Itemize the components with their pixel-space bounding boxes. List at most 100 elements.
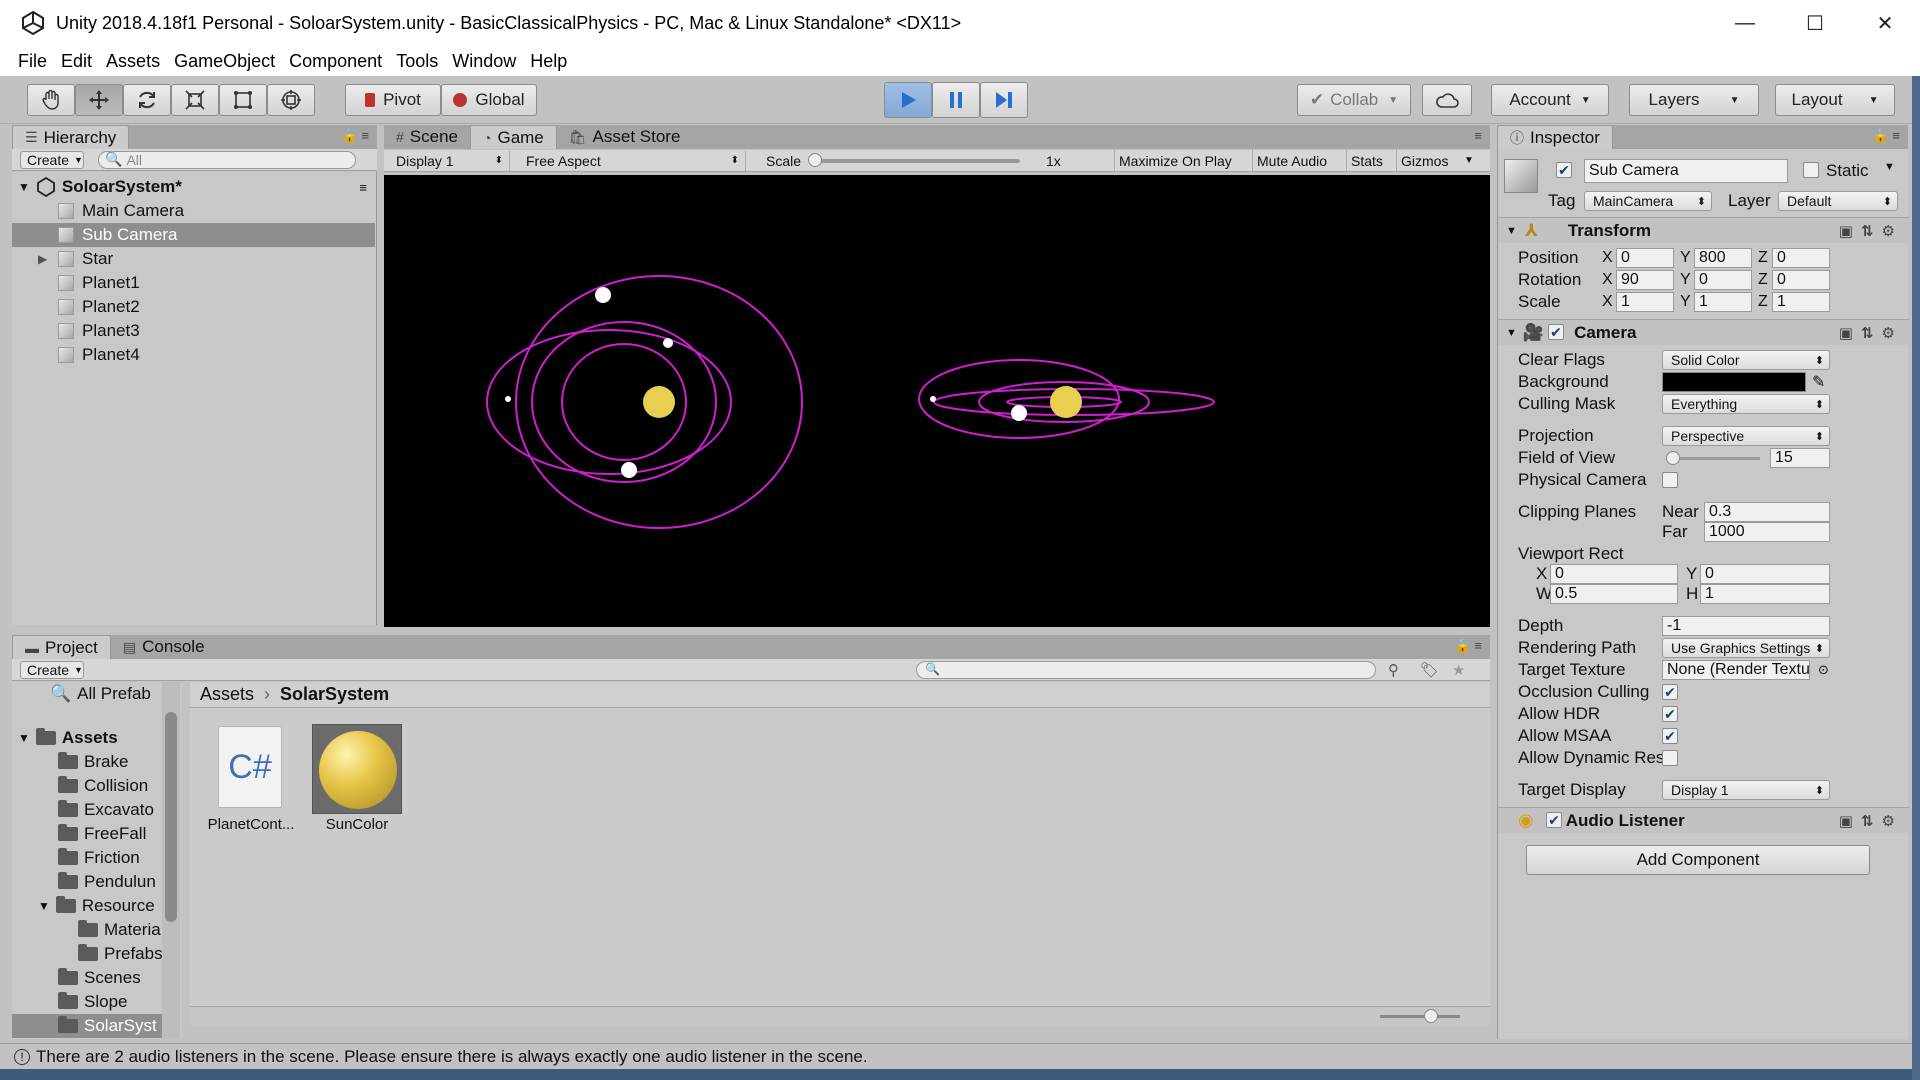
- layer-dropdown[interactable]: Default: [1778, 191, 1898, 211]
- tree-item-prefabs[interactable]: Prefabs: [78, 942, 163, 966]
- status-message[interactable]: There are 2 audio listeners in the scene…: [36, 1047, 868, 1067]
- game-view[interactable]: [384, 175, 1490, 627]
- culling-mask-dropdown[interactable]: Everything: [1662, 394, 1830, 414]
- project-create-button[interactable]: Create ▼: [20, 660, 84, 679]
- scale-slider[interactable]: [808, 152, 1020, 167]
- depth-field[interactable]: -1: [1662, 616, 1830, 636]
- hierarchy-item-sub-camera[interactable]: Sub Camera: [12, 223, 375, 247]
- rotation-x-field[interactable]: 90: [1616, 270, 1674, 290]
- viewport-x-field[interactable]: 0: [1550, 564, 1678, 584]
- hand-tool-button[interactable]: [27, 84, 75, 116]
- collab-button[interactable]: ✔ Collab ▼: [1297, 84, 1411, 116]
- scale-slider-thumb[interactable]: [808, 152, 822, 167]
- layout-dropdown[interactable]: Layout ▼: [1775, 84, 1895, 116]
- hierarchy-item-planet2[interactable]: Planet2: [12, 295, 375, 319]
- position-z-field[interactable]: 0: [1772, 248, 1830, 268]
- step-button[interactable]: [980, 82, 1028, 118]
- scene-menu-icon[interactable]: ≡: [359, 180, 367, 195]
- allow-dynamic-resolution-checkbox[interactable]: [1662, 750, 1678, 766]
- object-name-field[interactable]: Sub Camera: [1584, 159, 1788, 183]
- hierarchy-create-button[interactable]: Create ▼: [20, 150, 84, 169]
- move-tool-button[interactable]: [75, 84, 123, 116]
- transform-header[interactable]: ▼ ⅄ Transform ▣⇅⚙: [1498, 217, 1909, 243]
- asset-script[interactable]: C# PlanetCont...: [206, 726, 296, 836]
- favorite-star-icon[interactable]: ★: [1452, 661, 1465, 679]
- static-dropdown-arrow[interactable]: ▼: [1884, 161, 1895, 173]
- position-x-field[interactable]: 0: [1616, 248, 1674, 268]
- expand-arrow-icon[interactable]: ▼: [18, 731, 30, 745]
- tab-console[interactable]: ▤ Console: [111, 635, 217, 659]
- panel-menu-icon[interactable]: 🔒 ≡: [1873, 128, 1900, 144]
- tree-item-assets[interactable]: ▼ Assets: [18, 726, 118, 750]
- hierarchy-item-main-camera[interactable]: Main Camera: [12, 199, 375, 223]
- scene-root[interactable]: ▼ SoloarSystem* ≡: [12, 175, 375, 199]
- position-y-field[interactable]: 800: [1694, 248, 1752, 268]
- projection-dropdown[interactable]: Perspective: [1662, 426, 1830, 446]
- viewport-w-field[interactable]: 0.5: [1550, 584, 1678, 604]
- component-menu-icons[interactable]: ▣⇅⚙: [1839, 222, 1903, 240]
- rotation-z-field[interactable]: 0: [1772, 270, 1830, 290]
- clear-flags-dropdown[interactable]: Solid Color: [1662, 350, 1830, 370]
- menu-gameobject[interactable]: GameObject: [174, 51, 275, 72]
- rotation-y-field[interactable]: 0: [1694, 270, 1752, 290]
- transform-tool-button[interactable]: [267, 84, 315, 116]
- allow-hdr-checkbox[interactable]: ✔: [1662, 706, 1678, 722]
- hierarchy-search-input[interactable]: 🔍 All: [98, 150, 356, 169]
- maximize-button[interactable]: ☐: [1780, 0, 1850, 46]
- camera-header[interactable]: ▼ 🎥 ✔ Camera ▣⇅⚙: [1498, 319, 1909, 345]
- menu-window[interactable]: Window: [452, 51, 516, 72]
- target-display-dropdown[interactable]: Display 1: [1662, 780, 1830, 800]
- hierarchy-item-planet1[interactable]: Planet1: [12, 271, 375, 295]
- hierarchy-item-planet3[interactable]: Planet3: [12, 319, 375, 343]
- label-tag-icon[interactable]: 🏷: [1420, 661, 1439, 679]
- fov-slider[interactable]: [1666, 451, 1760, 465]
- static-checkbox[interactable]: [1803, 162, 1819, 178]
- rect-tool-button[interactable]: [219, 84, 267, 116]
- icon-size-slider[interactable]: [1380, 1009, 1460, 1023]
- tree-scrollbar[interactable]: [162, 682, 180, 1039]
- scale-y-field[interactable]: 1: [1694, 292, 1752, 312]
- cloud-button[interactable]: [1422, 84, 1472, 116]
- occlusion-culling-checkbox[interactable]: ✔: [1662, 684, 1678, 700]
- tree-item-freefall[interactable]: FreeFall: [58, 822, 146, 846]
- scale-z-field[interactable]: 1: [1772, 292, 1830, 312]
- breadcrumb-assets[interactable]: Assets: [200, 684, 254, 705]
- scale-tool-button[interactable]: [171, 84, 219, 116]
- tree-item-all-prefabs[interactable]: 🔍 All Prefab: [50, 682, 151, 706]
- tree-item-materials[interactable]: Materia: [78, 918, 161, 942]
- object-picker-icon[interactable]: ⊙: [1818, 662, 1829, 678]
- rotate-tool-button[interactable]: [123, 84, 171, 116]
- panel-menu-icon[interactable]: ≡: [1474, 128, 1482, 143]
- play-button[interactable]: [884, 82, 932, 118]
- panel-menu-icon[interactable]: 🔒 ≡: [1455, 638, 1482, 654]
- pause-button[interactable]: [932, 82, 980, 118]
- tab-inspector[interactable]: ⓘ Inspector: [1497, 125, 1613, 149]
- audio-listener-header[interactable]: ◉ ✔ Audio Listener ▣⇅⚙: [1498, 807, 1909, 833]
- tree-item-pendulum[interactable]: Pendulun: [58, 870, 156, 894]
- fov-slider-thumb[interactable]: [1666, 451, 1680, 465]
- expand-arrow-icon[interactable]: ▼: [38, 899, 50, 913]
- asset-material[interactable]: SunColor: [312, 724, 402, 834]
- gizmos-dropdown-arrow[interactable]: ▼: [1464, 155, 1474, 166]
- viewport-h-field[interactable]: 1: [1700, 584, 1830, 604]
- physical-camera-checkbox[interactable]: [1662, 472, 1678, 488]
- pivot-button[interactable]: Pivot: [345, 84, 441, 116]
- active-checkbox[interactable]: ✔: [1556, 162, 1572, 178]
- breadcrumb-current[interactable]: SolarSystem: [280, 684, 389, 705]
- rendering-path-dropdown[interactable]: Use Graphics Settings: [1662, 638, 1830, 658]
- expand-arrow-icon[interactable]: ▼: [18, 180, 30, 194]
- tree-item-friction[interactable]: Friction: [58, 846, 140, 870]
- menu-tools[interactable]: Tools: [396, 51, 438, 72]
- background-color-swatch[interactable]: [1662, 372, 1806, 392]
- viewport-y-field[interactable]: 0: [1700, 564, 1830, 584]
- tab-asset-store[interactable]: 🛍 Asset Store: [557, 125, 693, 149]
- scale-x-field[interactable]: 1: [1616, 292, 1674, 312]
- audio-listener-checkbox[interactable]: ✔: [1546, 812, 1562, 828]
- tree-item-solarsystem[interactable]: SolarSyst: [12, 1014, 162, 1038]
- component-menu-icons[interactable]: ▣⇅⚙: [1839, 812, 1903, 830]
- filter-type-icon[interactable]: ⚲: [1388, 661, 1399, 679]
- maximize-on-play-button[interactable]: Maximize On Play: [1114, 149, 1236, 172]
- fov-field[interactable]: 15: [1770, 448, 1830, 468]
- near-field[interactable]: 0.3: [1704, 502, 1830, 522]
- menu-file[interactable]: File: [18, 51, 47, 72]
